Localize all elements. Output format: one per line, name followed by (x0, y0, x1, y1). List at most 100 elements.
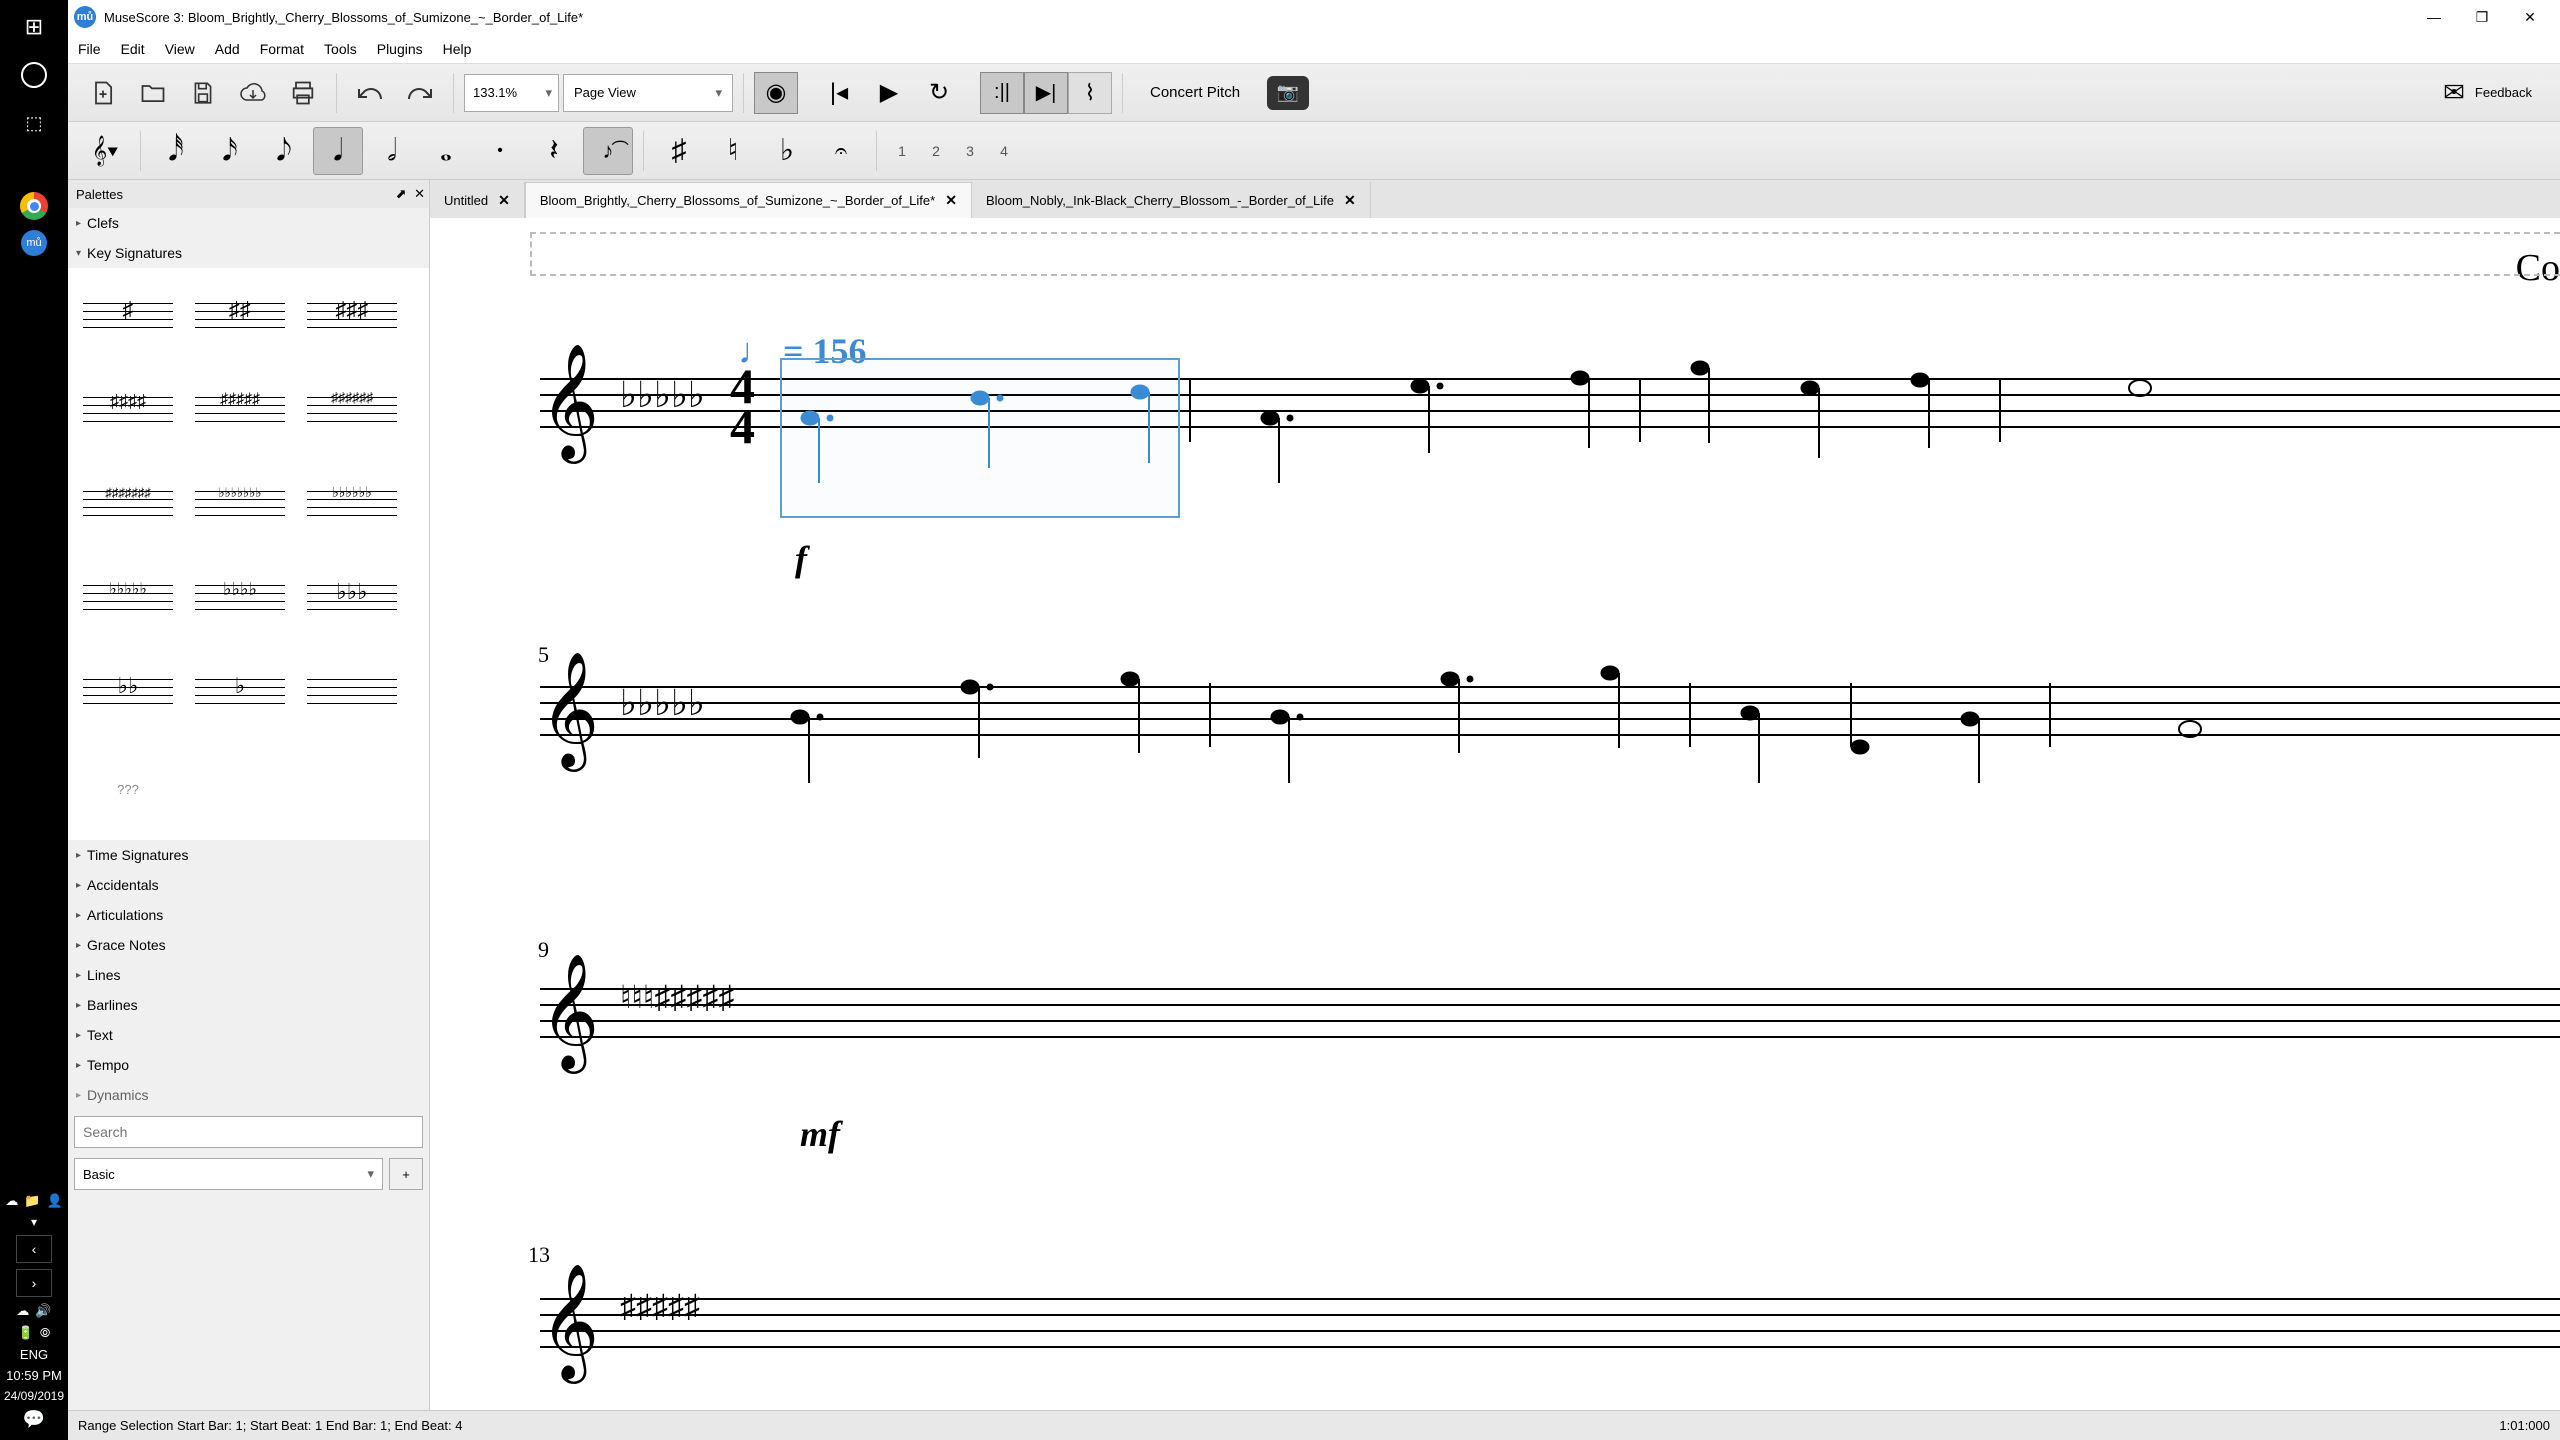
task-view-icon[interactable]: ⬚ (15, 104, 53, 142)
redo-icon[interactable] (397, 70, 443, 116)
tray-wifi-icon[interactable]: ⦾ (40, 1325, 50, 1341)
voice-1[interactable]: 1 (887, 143, 917, 159)
repeat-in-icon[interactable]: :|| (980, 72, 1024, 114)
new-file-icon[interactable] (80, 70, 126, 116)
voice-3[interactable]: 3 (955, 143, 985, 159)
menu-view[interactable]: View (165, 41, 195, 57)
tab-bloom-nobly[interactable]: Bloom_Nobly,_Ink-Black_Cherry_Blossom_-_… (972, 182, 1371, 218)
note-half-icon[interactable]: 𝅗𝅥 (367, 127, 417, 175)
maximize-button[interactable]: ❐ (2458, 2, 2506, 32)
keysig-3flat[interactable]: ♭♭♭ (298, 556, 406, 646)
palette-search[interactable] (74, 1116, 423, 1148)
score-canvas[interactable]: Co 𝄞 ♭♭♭♭♭ 44 ♩ = 156 f 5 𝄞 (430, 218, 2560, 1410)
view-mode-select[interactable]: Page View (563, 74, 733, 112)
tray-cloud-icon[interactable]: ☁ (5, 1193, 18, 1209)
dot-icon[interactable]: • (475, 127, 525, 175)
tab-close-icon[interactable]: ✕ (498, 192, 510, 209)
keysig-1sharp[interactable]: ♯ (74, 274, 182, 364)
save-cloud-icon[interactable] (230, 70, 276, 116)
note-whole-icon[interactable]: 𝅝 (421, 127, 471, 175)
menu-format[interactable]: Format (260, 41, 304, 57)
keysig-6sharp[interactable]: ♯♯♯♯♯♯ (298, 368, 406, 458)
note-16th-icon[interactable]: 𝅘𝅥𝅯 (205, 127, 255, 175)
tray-battery-icon[interactable]: 🔋 (18, 1325, 34, 1341)
keysig-4flat[interactable]: ♭♭♭♭ (186, 556, 294, 646)
keysig-5sharp[interactable]: ♯♯♯♯♯ (186, 368, 294, 458)
voice-2[interactable]: 2 (921, 143, 951, 159)
print-icon[interactable] (280, 70, 326, 116)
play-icon[interactable]: ▶ (866, 70, 912, 116)
pan-icon[interactable]: ▶| (1024, 72, 1068, 114)
midi-toggle-icon[interactable]: ◉ (754, 72, 798, 114)
keysig-1flat[interactable]: ♭ (186, 650, 294, 740)
tab-bloom-brightly[interactable]: Bloom_Brightly,_Cherry_Blossoms_of_Sumiz… (525, 182, 972, 218)
palette-accidentals[interactable]: Accidentals (68, 870, 429, 900)
keysig-2sharp[interactable]: ♯♯ (186, 274, 294, 364)
feedback-envelope-icon[interactable]: ✉ (2443, 77, 2465, 108)
flip-stem-icon[interactable]: 𝄐 (816, 127, 866, 175)
menu-add[interactable]: Add (215, 41, 240, 57)
menu-edit[interactable]: Edit (121, 41, 145, 57)
tray-lang[interactable]: ENG (20, 1347, 48, 1362)
tab-untitled[interactable]: Untitled✕ (430, 182, 525, 218)
screenshot-icon[interactable]: 📷 (1267, 76, 1309, 110)
text-frame[interactable] (530, 232, 2560, 276)
sharp-icon[interactable]: ♯ (654, 127, 704, 175)
note-quarter-icon[interactable]: 𝅘𝅥 (313, 127, 363, 175)
natural-icon[interactable]: ♮ (708, 127, 758, 175)
keysig-5flat[interactable]: ♭♭♭♭♭ (74, 556, 182, 646)
note-8th-icon[interactable]: 𝅘𝅥𝅮 (259, 127, 309, 175)
palette-close-icon[interactable]: ✕ (414, 186, 425, 202)
palette-add-button[interactable]: + (389, 1158, 423, 1190)
keysig-natural[interactable] (298, 650, 406, 740)
tray-clock[interactable]: 10:59 PM (6, 1368, 62, 1383)
tray-sound-icon[interactable]: 🔊 (35, 1303, 51, 1319)
start-button-icon[interactable]: ⊞ (15, 8, 53, 46)
cortana-circle-icon[interactable] (15, 56, 53, 94)
menu-file[interactable]: File (78, 41, 101, 57)
concert-pitch-button[interactable]: Concert Pitch (1133, 72, 1257, 114)
feedback-label[interactable]: Feedback (2475, 85, 2532, 100)
palette-text[interactable]: Text (68, 1020, 429, 1050)
note-32nd-icon[interactable]: 𝅘𝅥𝅰 (151, 127, 201, 175)
palette-barlines[interactable]: Barlines (68, 990, 429, 1020)
keysig-3sharp[interactable]: ♯♯♯ (298, 274, 406, 364)
next-desktop-button[interactable]: › (16, 1269, 52, 1297)
minimize-button[interactable]: — (2410, 2, 2458, 32)
loop-icon[interactable]: ↻ (916, 70, 962, 116)
prev-desktop-button[interactable]: ‹ (16, 1235, 52, 1263)
open-folder-icon[interactable] (130, 70, 176, 116)
palette-articulations[interactable]: Articulations (68, 900, 429, 930)
palette-key-signatures[interactable]: Key Signatures (68, 238, 429, 268)
palette-clefs[interactable]: Clefs (68, 208, 429, 238)
keysig-2flat[interactable]: ♭♭ (74, 650, 182, 740)
chrome-icon[interactable] (20, 192, 48, 220)
tray-notifications-icon[interactable]: 💬 (23, 1409, 45, 1430)
palette-tempo[interactable]: Tempo (68, 1050, 429, 1080)
menu-tools[interactable]: Tools (324, 41, 357, 57)
tab-close-icon[interactable]: ✕ (945, 192, 957, 209)
tie-icon[interactable]: ♪͡ (583, 127, 633, 175)
tray-explorer-icon[interactable]: 📁 (24, 1193, 40, 1209)
palette-lines[interactable]: Lines (68, 960, 429, 990)
rest-icon[interactable]: 𝄽 (529, 127, 579, 175)
palette-dynamics[interactable]: Dynamics (68, 1080, 429, 1110)
tray-people-icon[interactable]: 👤 (47, 1193, 63, 1209)
zoom-select[interactable]: 133.1% (464, 74, 559, 112)
rewind-icon[interactable]: |◂ (816, 70, 862, 116)
palette-undock-icon[interactable]: ⬈ (396, 186, 407, 202)
palette-grace-notes[interactable]: Grace Notes (68, 930, 429, 960)
palette-time-signatures[interactable]: Time Signatures (68, 840, 429, 870)
undo-icon[interactable] (347, 70, 393, 116)
musescore-taskbar-icon[interactable]: mů (21, 230, 47, 256)
menu-plugins[interactable]: Plugins (377, 41, 423, 57)
keysig-4sharp[interactable]: ♯♯♯♯ (74, 368, 182, 458)
keysig-6flat[interactable]: ♭♭♭♭♭♭ (298, 462, 406, 552)
tab-close-icon[interactable]: ✕ (1344, 192, 1356, 209)
menu-help[interactable]: Help (443, 41, 472, 57)
close-button[interactable]: ✕ (2506, 2, 2554, 32)
note-input-mode-icon[interactable]: 𝄞▾ (80, 127, 130, 175)
keysig-unknown[interactable]: ??? (74, 744, 182, 834)
metronome-icon[interactable]: ⌇ (1068, 72, 1112, 114)
save-icon[interactable] (180, 70, 226, 116)
